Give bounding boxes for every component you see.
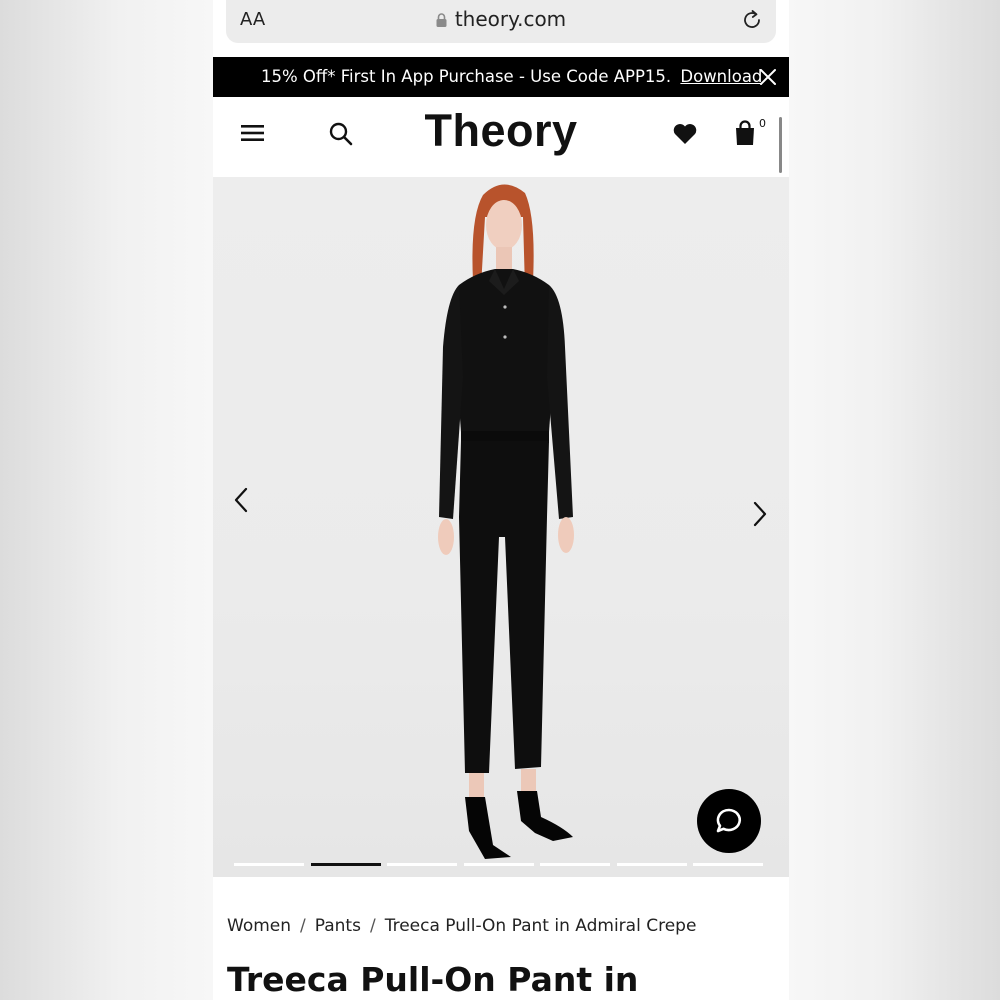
breadcrumb-women[interactable]: Women [227, 916, 291, 936]
carousel-dot[interactable] [463, 863, 534, 866]
url-display[interactable]: theory.com [226, 7, 776, 31]
site-header: Theory 0 [213, 97, 789, 177]
carousel-dot[interactable] [540, 863, 610, 866]
product-image-carousel[interactable] [213, 177, 789, 877]
promo-banner: 15% Off* First In App Purchase - Use Cod… [213, 57, 789, 97]
carousel-pagination [234, 863, 774, 866]
shopping-bag-icon[interactable] [733, 120, 757, 146]
browser-address-bar: AA theory.com [213, 0, 789, 57]
product-title: Treeca Pull-On Pant in [227, 960, 639, 999]
carousel-dot[interactable] [234, 863, 304, 866]
carousel-dot[interactable] [310, 863, 381, 866]
chat-bubble-icon [716, 808, 741, 833]
breadcrumb-pants[interactable]: Pants [315, 916, 361, 936]
carousel-dot[interactable] [387, 863, 457, 866]
url-text: theory.com [454, 7, 567, 31]
chevron-right-icon[interactable] [752, 501, 768, 527]
lock-icon [436, 13, 447, 27]
chevron-left-icon[interactable] [233, 487, 249, 513]
promo-text: 15% Off* First In App Purchase - Use Cod… [261, 67, 672, 86]
theory-logo[interactable]: Theory [213, 105, 789, 157]
breadcrumb-separator: / [369, 916, 376, 936]
url-bar[interactable]: AA theory.com [226, 0, 776, 43]
promo-message: 15% Off* First In App Purchase - Use Cod… [261, 67, 762, 86]
chat-button[interactable] [697, 789, 761, 853]
product-photo-model [438, 184, 574, 859]
breadcrumb-current: Treeca Pull-On Pant in Admiral Crepe [384, 916, 697, 936]
breadcrumb-separator: / [300, 916, 306, 936]
close-icon[interactable] [759, 68, 777, 86]
phone-screen: AA theory.com 15% Off* First In App Purc… [213, 0, 789, 1000]
cart-count-badge: 0 [759, 117, 766, 130]
scroll-indicator [779, 117, 782, 173]
heart-icon[interactable] [672, 122, 698, 146]
carousel-dot[interactable] [616, 863, 687, 866]
promo-download-link[interactable]: Download [680, 67, 762, 86]
carousel-dot[interactable] [693, 863, 763, 866]
breadcrumb: Women / Pants / Treeca Pull-On Pant in Admir… [227, 916, 696, 936]
reload-icon[interactable] [740, 8, 764, 32]
